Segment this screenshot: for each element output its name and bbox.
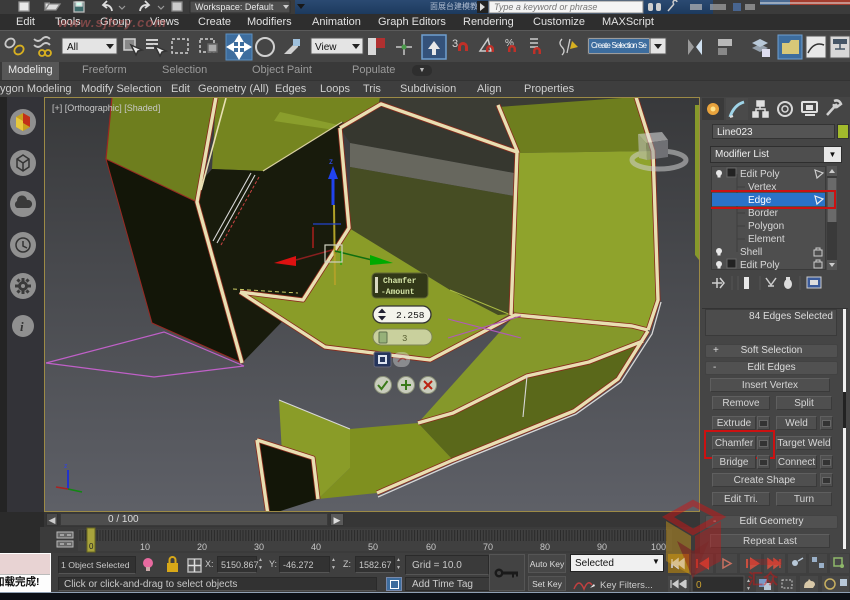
svg-text:Edit Poly: Edit Poly [740, 260, 779, 270]
svg-text:Polygon: Polygon [748, 221, 784, 232]
svg-text:Element: Element [748, 234, 785, 245]
svg-text:60: 60 [426, 542, 436, 552]
svg-text:View: View [315, 42, 337, 53]
svg-text:Edge: Edge [748, 195, 772, 206]
svg-text:70: 70 [483, 542, 493, 552]
svg-text:[+] [Orthographic] [Shaded]: [+] [Orthographic] [Shaded] [52, 103, 160, 113]
svg-text:30: 30 [254, 542, 264, 552]
svg-text:3: 3 [452, 38, 458, 50]
svg-text:Shell: Shell [740, 247, 762, 258]
svg-text:Create Selection Se: Create Selection Se [591, 41, 648, 50]
svg-text:40: 40 [311, 542, 321, 552]
svg-text:汇众: 汇众 [748, 570, 778, 588]
svg-text:3: 3 [402, 334, 407, 344]
svg-text:0: 0 [89, 542, 94, 551]
svg-text:Type a keyword or phrase: Type a keyword or phrase [494, 2, 597, 12]
svg-text:10: 10 [140, 542, 150, 552]
svg-text:z: z [64, 463, 68, 470]
svg-text:80: 80 [540, 542, 550, 552]
svg-text:Workspace: Default: Workspace: Default [195, 2, 274, 12]
svg-text:20: 20 [197, 542, 207, 552]
svg-text:Chamfer: Chamfer [383, 277, 417, 286]
svg-text:Key Filters...: Key Filters... [600, 580, 653, 591]
svg-text:2.258: 2.258 [396, 310, 425, 321]
svg-text:Edit Poly: Edit Poly [740, 169, 779, 180]
svg-text:50: 50 [368, 542, 378, 552]
svg-text:z: z [329, 157, 333, 166]
svg-text:i: i [20, 319, 24, 334]
svg-text:Border: Border [748, 208, 779, 219]
svg-text:-Amount: -Amount [381, 288, 415, 297]
svg-text:All: All [67, 42, 78, 53]
svg-text:90: 90 [597, 542, 607, 552]
